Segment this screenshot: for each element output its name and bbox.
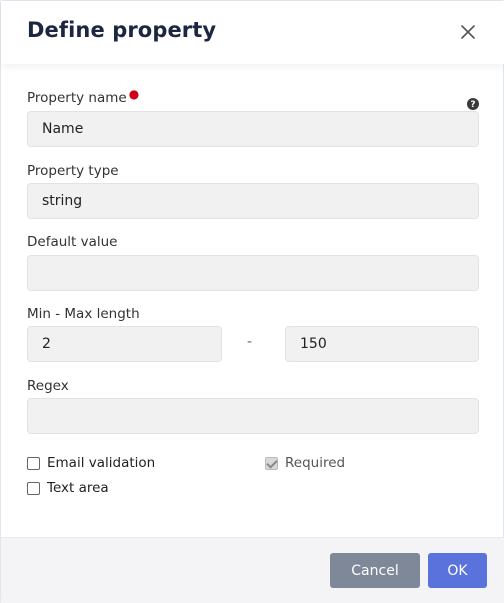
email-validation-label: Email validation [47, 455, 156, 471]
close-icon[interactable] [457, 21, 479, 43]
property-name-input[interactable]: Name [27, 111, 479, 147]
text-area-box[interactable] [27, 481, 40, 495]
default-value-input[interactable] [27, 255, 479, 291]
min-length-value: 2 [42, 336, 51, 352]
cancel-button[interactable]: Cancel [330, 553, 420, 588]
dialog-header: Define property [1, 1, 504, 64]
question-circle-icon[interactable]: ? [467, 95, 479, 110]
property-type-value: string [42, 193, 83, 209]
svg-text:?: ? [470, 100, 475, 110]
regex-label: Regex [27, 378, 69, 394]
required-dot-icon: ● [128, 87, 140, 101]
ok-button[interactable]: OK [428, 553, 487, 588]
regex-input[interactable] [27, 398, 479, 434]
property-type-label: Property type [27, 163, 119, 179]
property-name-label-text: Property name [27, 90, 127, 106]
required-box [265, 456, 278, 470]
text-area-checkbox[interactable]: Text area [27, 480, 109, 496]
min-max-length-label: Min - Max length [27, 306, 140, 322]
dialog-title: Define property [27, 18, 217, 42]
required-checkbox: Required [265, 455, 345, 471]
property-name-value: Name [42, 121, 84, 137]
min-length-input[interactable]: 2 [27, 326, 222, 362]
max-length-input[interactable]: 150 [285, 326, 479, 362]
max-length-value: 150 [300, 336, 327, 352]
default-value-label: Default value [27, 234, 118, 250]
required-label: Required [285, 455, 346, 471]
email-validation-box[interactable] [27, 456, 40, 470]
define-property-dialog: Define property Property name ● ? Name Pr… [0, 0, 504, 603]
range-separator: - [247, 334, 253, 350]
property-name-label: Property name ● [27, 87, 140, 106]
property-type-select[interactable]: string [27, 183, 479, 219]
text-area-label: Text area [47, 480, 109, 496]
email-validation-checkbox[interactable]: Email validation [27, 455, 155, 471]
